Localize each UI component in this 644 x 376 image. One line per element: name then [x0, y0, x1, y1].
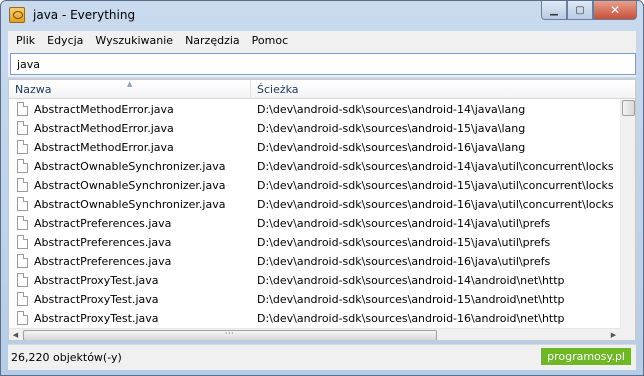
status-bar: 26,220 objektów(-y) programosy.pl	[8, 344, 636, 370]
file-path: D:\dev\android-sdk\sources\android-14\ja…	[257, 103, 526, 116]
file-name: AbstractOwnableSynchronizer.java	[34, 198, 226, 211]
list-row[interactable]: AbstractProxyTest.java D:\dev\android-sd…	[9, 290, 620, 309]
menu-edycja[interactable]: Edycja	[41, 32, 89, 50]
column-header-name-label: Nazwa	[15, 83, 52, 96]
file-name: AbstractPreferences.java	[34, 255, 172, 268]
title-bar[interactable]: java - Everything ▁ ▢ ✕	[1, 1, 643, 30]
file-name: AbstractProxyTest.java	[34, 312, 159, 325]
file-path: D:\dev\android-sdk\sources\android-14\ja…	[257, 160, 614, 173]
file-path: D:\dev\android-sdk\sources\android-14\an…	[257, 274, 565, 287]
minimize-button[interactable]: ▁	[541, 1, 567, 20]
file-icon	[17, 273, 28, 287]
object-count: 26,220 objektów(-y)	[11, 351, 122, 364]
scroll-right-arrow-icon[interactable]: ▶	[607, 329, 620, 340]
menu-narzedzia[interactable]: Narzędzia	[179, 32, 246, 50]
file-name: AbstractMethodError.java	[34, 141, 174, 154]
window-title: java - Everything	[33, 8, 136, 22]
list-header: Nazwa ▲ Ścieżka	[9, 80, 635, 99]
column-header-name[interactable]: Nazwa ▲	[9, 80, 251, 99]
file-name: AbstractMethodError.java	[34, 103, 174, 116]
column-header-path-label: Ścieżka	[257, 83, 299, 96]
everything-app-icon[interactable]	[9, 7, 25, 23]
vertical-scrollbar[interactable]	[620, 100, 635, 328]
menu-plik[interactable]: Plik	[10, 32, 41, 50]
file-name: AbstractOwnableSynchronizer.java	[34, 179, 226, 192]
file-path: D:\dev\android-sdk\sources\android-16\ja…	[257, 255, 551, 268]
file-icon	[17, 235, 28, 249]
file-name: AbstractProxyTest.java	[34, 274, 159, 287]
file-path: D:\dev\android-sdk\sources\android-16\ja…	[257, 141, 526, 154]
search-bar	[8, 51, 636, 77]
caption-buttons: ▁ ▢ ✕	[541, 1, 637, 21]
list-row[interactable]: AbstractMethodError.java D:\dev\android-…	[9, 138, 620, 157]
file-icon	[17, 311, 28, 325]
results-list[interactable]: Nazwa ▲ Ścieżka AbstractMethodError.java…	[8, 79, 636, 341]
file-icon	[17, 178, 28, 192]
file-name: AbstractPreferences.java	[34, 217, 172, 230]
file-path: D:\dev\android-sdk\sources\android-15\an…	[257, 293, 565, 306]
app-window: java - Everything ▁ ▢ ✕ Plik Edycja Wysz…	[0, 0, 644, 376]
horizontal-scroll-thumb[interactable]	[23, 330, 437, 340]
file-icon	[17, 140, 28, 154]
list-row[interactable]: AbstractPreferences.java D:\dev\android-…	[9, 252, 620, 271]
vertical-scroll-thumb[interactable]	[622, 100, 635, 116]
sort-ascending-icon: ▲	[127, 80, 133, 88]
list-row[interactable]: AbstractProxyTest.java D:\dev\android-sd…	[9, 271, 620, 290]
file-name: AbstractMethodError.java	[34, 122, 174, 135]
file-path: D:\dev\android-sdk\sources\android-15\ja…	[257, 122, 526, 135]
file-name: AbstractProxyTest.java	[34, 293, 159, 306]
file-icon	[17, 102, 28, 116]
scroll-left-arrow-icon[interactable]: ◀	[9, 329, 22, 340]
file-name: AbstractOwnableSynchronizer.java	[34, 160, 226, 173]
file-path: D:\dev\android-sdk\sources\android-14\ja…	[257, 217, 551, 230]
close-button[interactable]: ✕	[593, 1, 637, 20]
list-row[interactable]: AbstractOwnableSynchronizer.java D:\dev\…	[9, 157, 620, 176]
file-name: AbstractPreferences.java	[34, 236, 172, 249]
file-icon	[17, 216, 28, 230]
list-row[interactable]: AbstractMethodError.java D:\dev\android-…	[9, 100, 620, 119]
file-path: D:\dev\android-sdk\sources\android-16\ja…	[257, 198, 614, 211]
file-icon	[17, 254, 28, 268]
watermark-logo: programosy.pl	[541, 348, 631, 365]
list-row[interactable]: AbstractOwnableSynchronizer.java D:\dev\…	[9, 195, 620, 214]
file-path: D:\dev\android-sdk\sources\android-15\ja…	[257, 179, 614, 192]
menu-pomoc[interactable]: Pomoc	[246, 32, 294, 50]
list-row[interactable]: AbstractMethodError.java D:\dev\android-…	[9, 119, 620, 138]
column-header-path[interactable]: Ścieżka	[251, 80, 620, 99]
horizontal-scrollbar[interactable]: ◀ ▶	[9, 328, 620, 340]
file-icon	[17, 121, 28, 135]
list-row[interactable]: AbstractProxyTest.java D:\dev\android-sd…	[9, 309, 620, 328]
file-path: D:\dev\android-sdk\sources\android-15\ja…	[257, 236, 551, 249]
menu-bar: Plik Edycja Wyszukiwanie Narzędzia Pomoc	[8, 31, 636, 51]
list-row[interactable]: AbstractPreferences.java D:\dev\android-…	[9, 214, 620, 233]
file-icon	[17, 159, 28, 173]
list-row[interactable]: AbstractPreferences.java D:\dev\android-…	[9, 233, 620, 252]
menu-wyszukiwanie[interactable]: Wyszukiwanie	[89, 32, 179, 50]
list-rows: AbstractMethodError.java D:\dev\android-…	[9, 100, 620, 328]
file-icon	[17, 292, 28, 306]
scrollbar-corner	[620, 328, 635, 340]
search-input[interactable]	[10, 53, 636, 75]
file-icon	[17, 197, 28, 211]
file-path: D:\dev\android-sdk\sources\android-16\an…	[257, 312, 565, 325]
list-row[interactable]: AbstractOwnableSynchronizer.java D:\dev\…	[9, 176, 620, 195]
maximize-button[interactable]: ▢	[567, 1, 593, 20]
